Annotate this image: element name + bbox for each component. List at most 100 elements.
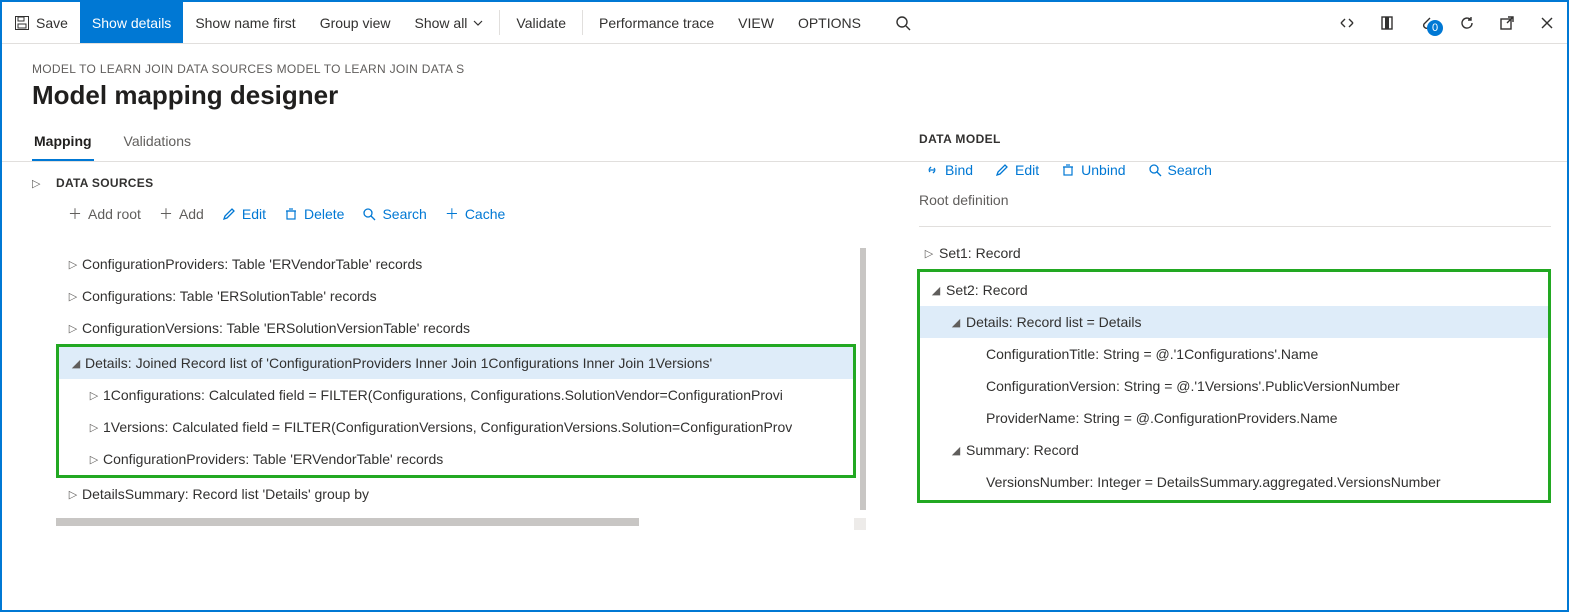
tree-row-label: 1Configurations: Calculated field = FILT… (103, 387, 783, 403)
show-details-label: Show details (92, 15, 171, 31)
dm-row[interactable]: ConfigurationTitle: String = @.'1Configu… (920, 338, 1548, 370)
page-header: MODEL TO LEARN JOIN DATA SOURCES MODEL T… (2, 44, 1567, 117)
search-button-dm[interactable]: Search (1148, 162, 1212, 178)
scrollbar-thumb[interactable] (56, 518, 639, 526)
pencil-icon (222, 207, 236, 221)
connector-icon[interactable] (1327, 14, 1367, 32)
tree-row[interactable]: ▷ ConfigurationProviders: Table 'ERVendo… (56, 248, 856, 280)
search-icon (362, 207, 376, 221)
dm-row[interactable]: ◢ Set2: Record (920, 274, 1548, 306)
show-all-label: Show all (415, 15, 468, 31)
tree-row-label: Details: Joined Record list of 'Configur… (85, 355, 712, 371)
search-icon (1148, 163, 1162, 177)
main: ▷ DATA SOURCES ＋ Add root ＋ Add Edit (2, 162, 1567, 610)
highlighted-group: ◢ Details: Joined Record list of 'Config… (56, 344, 856, 478)
chevron-right-icon: ▷ (85, 389, 103, 402)
edit-label-dm: Edit (1015, 162, 1039, 178)
dm-row-selected[interactable]: ◢ Details: Record list = Details (920, 306, 1548, 338)
tree-row-label: Configurations: Table 'ERSolutionTable' … (82, 288, 377, 304)
tree-row-label: ConfigurationProviders: Table 'ERVendorT… (82, 256, 422, 272)
chevron-right-icon: ▷ (85, 421, 103, 434)
view-button[interactable]: VIEW (726, 2, 786, 43)
collapse-icon[interactable]: ▷ (32, 178, 40, 190)
validate-label: Validate (516, 15, 566, 31)
dm-row[interactable]: ▷ Set1: Record (913, 237, 1551, 269)
refresh-button[interactable] (1447, 15, 1487, 31)
search-button-ds[interactable]: Search (362, 206, 426, 222)
add-label: Add (179, 206, 204, 222)
divider (919, 226, 1551, 227)
tab-mapping[interactable]: Mapping (32, 127, 94, 161)
chevron-right-icon: ▷ (64, 290, 82, 303)
view-label: VIEW (738, 15, 774, 31)
horizontal-scrollbar[interactable] (56, 518, 866, 528)
options-button[interactable]: OPTIONS (786, 2, 873, 43)
dm-row-label: VersionsNumber: Integer = DetailsSummary… (986, 474, 1441, 490)
plus-icon: ＋ (68, 204, 82, 224)
tree-row[interactable]: ▷ ConfigurationVersions: Table 'ERSoluti… (56, 312, 856, 344)
chevron-down-icon: ◢ (946, 444, 966, 457)
group-view-button[interactable]: Group view (308, 2, 403, 43)
validate-button[interactable]: Validate (504, 2, 578, 43)
separator (582, 10, 583, 35)
tab-mapping-label: Mapping (34, 133, 92, 149)
chevron-down-icon: ◢ (926, 284, 946, 297)
breadcrumb: MODEL TO LEARN JOIN DATA SOURCES MODEL T… (32, 62, 1537, 76)
data-model-tree: ▷ Set1: Record ◢ Set2: Record ◢ Details:… (907, 237, 1551, 503)
dm-row[interactable]: ConfigurationVersion: String = @.'1Versi… (920, 370, 1548, 402)
add-root-button[interactable]: ＋ Add root (68, 204, 141, 224)
performance-trace-button[interactable]: Performance trace (587, 2, 726, 43)
options-label: OPTIONS (798, 15, 861, 31)
attachments-badge: 0 (1427, 20, 1443, 36)
dm-row[interactable]: VersionsNumber: Integer = DetailsSummary… (920, 466, 1548, 498)
unbind-button[interactable]: Unbind (1061, 162, 1125, 178)
show-details-button[interactable]: Show details (80, 2, 183, 43)
chevron-right-icon: ▷ (64, 322, 82, 335)
popout-button[interactable] (1487, 15, 1527, 31)
data-sources-toolbar: ＋ Add root ＋ Add Edit Delete Search (56, 198, 887, 230)
tree-row[interactable]: ▷ Configurations: Table 'ERSolutionTable… (56, 280, 856, 312)
performance-trace-label: Performance trace (599, 15, 714, 31)
show-name-first-button[interactable]: Show name first (183, 2, 307, 43)
office-icon[interactable] (1367, 15, 1407, 31)
dm-row[interactable]: ProviderName: String = @.ConfigurationPr… (920, 402, 1548, 434)
attachments-button[interactable]: 0 (1407, 14, 1447, 32)
chevron-down-icon (473, 18, 483, 28)
search-label: Search (382, 206, 426, 222)
show-name-first-label: Show name first (195, 15, 295, 31)
dm-row-label: Set2: Record (946, 282, 1028, 298)
tree-row[interactable]: ▷ 1Configurations: Calculated field = FI… (59, 379, 853, 411)
close-button[interactable] (1527, 16, 1567, 30)
delete-button[interactable]: Delete (284, 206, 344, 222)
tree-row[interactable]: ▷ ConfigurationProviders: Table 'ERVendo… (59, 443, 853, 475)
bind-label: Bind (945, 162, 973, 178)
dm-row-label: Details: Record list = Details (966, 314, 1141, 330)
cache-button[interactable]: ＋ Cache (445, 204, 505, 224)
save-button[interactable]: Save (2, 2, 80, 43)
tree-row[interactable]: ▷ 1Versions: Calculated field = FILTER(C… (59, 411, 853, 443)
tab-validations[interactable]: Validations (122, 127, 193, 161)
highlighted-group-dm: ◢ Set2: Record ◢ Details: Record list = … (917, 269, 1551, 503)
chevron-right-icon: ▷ (919, 247, 939, 260)
chevron-down-icon: ◢ (946, 316, 966, 329)
data-model-header: DATA MODEL (907, 128, 1551, 158)
dm-row-label: Set1: Record (939, 245, 1021, 261)
tree-row-selected[interactable]: ◢ Details: Joined Record list of 'Config… (59, 347, 853, 379)
edit-button[interactable]: Edit (222, 206, 266, 222)
command-bar: Save Show details Show name first Group … (2, 2, 1567, 44)
dm-row[interactable]: ◢ Summary: Record (920, 434, 1548, 466)
bind-button[interactable]: Bind (925, 162, 973, 178)
tree-row[interactable]: ▷ DetailsSummary: Record list 'Details' … (56, 478, 856, 510)
edit-button-dm[interactable]: Edit (995, 162, 1039, 178)
data-model-toolbar: Bind Edit Unbind Search (907, 158, 1551, 188)
search-button[interactable] (883, 2, 923, 43)
chevron-right-icon: ▷ (64, 258, 82, 271)
plus-icon: ＋ (445, 204, 459, 224)
save-icon (14, 15, 30, 31)
separator (499, 10, 500, 35)
add-button[interactable]: ＋ Add (159, 204, 204, 224)
show-all-button[interactable]: Show all (403, 2, 496, 43)
tree-row-label: DetailsSummary: Record list 'Details' gr… (82, 486, 369, 502)
dm-row-label: ConfigurationTitle: String = @.'1Configu… (986, 346, 1318, 362)
tab-validations-label: Validations (124, 133, 191, 149)
